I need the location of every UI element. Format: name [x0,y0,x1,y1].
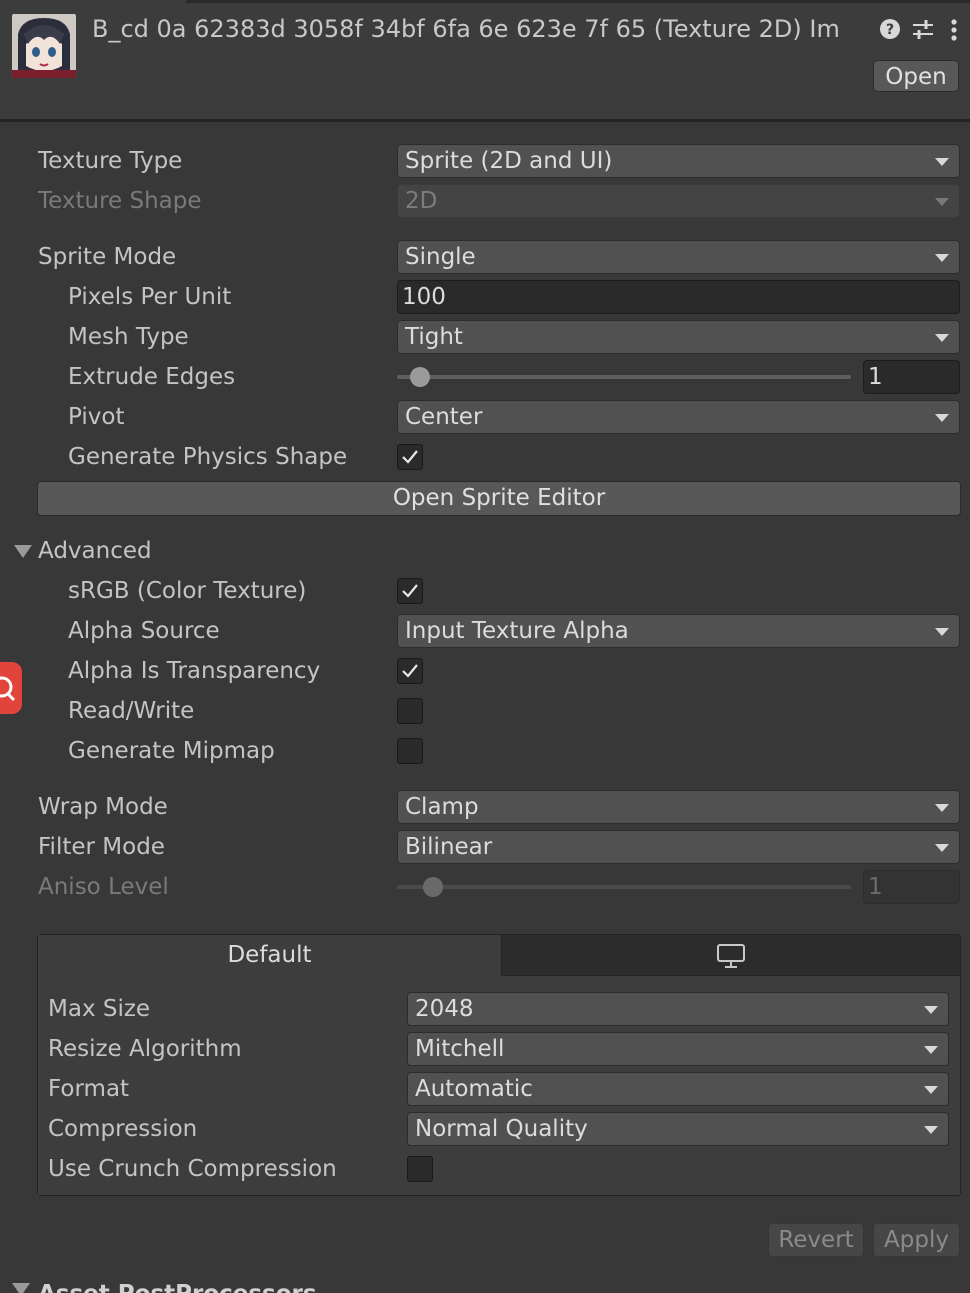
texture-shape-label: Texture Shape [38,188,202,214]
revert-button[interactable]: Revert [768,1223,864,1257]
use-crunch-checkbox[interactable] [407,1156,433,1182]
chevron-down-icon [924,1086,938,1094]
pivot-value: Center [405,404,483,430]
kebab-menu-icon[interactable] [944,16,970,42]
chevron-down-icon [935,844,949,852]
use-crunch-label: Use Crunch Compression [48,1156,337,1182]
help-icon[interactable]: ? [879,16,905,42]
filter-mode-label: Filter Mode [38,834,165,860]
extrude-edges-slider[interactable] [397,375,851,379]
mesh-type-dropdown[interactable]: Tight [397,320,960,354]
preset-sliders-icon[interactable] [911,16,937,42]
extrude-edges-slider-handle[interactable] [410,367,430,387]
generate-physics-shape-label: Generate Physics Shape [68,444,348,470]
compression-value: Normal Quality [415,1116,588,1142]
srgb-checkbox[interactable] [397,578,423,604]
search-icon [0,676,16,702]
format-dropdown[interactable]: Automatic [407,1072,949,1106]
foldout-triangle-icon[interactable] [14,545,32,558]
mesh-type-value: Tight [405,324,463,350]
side-search-badge[interactable] [0,662,22,714]
generate-mipmap-checkbox[interactable] [397,738,423,764]
pivot-label: Pivot [68,404,125,430]
format-value: Automatic [415,1076,533,1102]
generate-mipmap-label: Generate Mipmap [68,738,275,764]
chevron-down-icon [935,334,949,342]
alpha-is-transparency-label: Alpha Is Transparency [68,658,321,684]
texture-type-dropdown[interactable]: Sprite (2D and UI) [397,144,960,178]
asset-title: B_cd 0a 62383d 3058f 34bf 6fa 6e 623e 7f… [92,15,840,43]
alpha-source-label: Alpha Source [68,618,220,644]
checkmark-icon [402,584,418,598]
aniso-level-slider-handle [423,877,443,897]
chevron-down-icon [935,254,949,262]
texture-shape-dropdown: 2D [397,184,960,218]
header-divider [0,119,970,122]
monitor-icon [717,944,745,968]
aniso-level-field: 1 [863,870,960,904]
pivot-dropdown[interactable]: Center [397,400,960,434]
alpha-source-dropdown[interactable]: Input Texture Alpha [397,614,960,648]
chevron-down-icon [935,628,949,636]
advanced-foldout[interactable]: Advanced [38,534,152,568]
foldout-triangle-icon [12,1283,30,1293]
mesh-type-label: Mesh Type [68,324,189,350]
chevron-down-icon [935,158,949,166]
aniso-level-label: Aniso Level [38,874,169,900]
sprite-mode-dropdown[interactable]: Single [397,240,960,274]
chevron-down-icon [935,198,949,206]
chevron-down-icon [924,1006,938,1014]
max-size-label: Max Size [48,996,151,1022]
texture-type-value: Sprite (2D and UI) [405,148,613,174]
alpha-is-transparency-checkbox[interactable] [397,658,423,684]
pixels-per-unit-field[interactable]: 100 [397,280,960,314]
read-write-label: Read/Write [68,698,195,724]
extrude-edges-field[interactable]: 1 [863,360,960,394]
texture-shape-value: 2D [405,188,438,214]
wrap-mode-value: Clamp [405,794,479,820]
sprite-mode-value: Single [405,244,476,270]
chevron-down-icon [935,804,949,812]
resize-algorithm-value: Mitchell [415,1036,505,1062]
format-label: Format [48,1076,130,1102]
sprite-mode-label: Sprite Mode [38,244,177,270]
max-size-value: 2048 [415,996,474,1022]
generate-physics-shape-checkbox[interactable] [397,444,423,470]
tab-standalone[interactable] [501,935,960,976]
alpha-source-value: Input Texture Alpha [405,618,629,644]
apply-button[interactable]: Apply [873,1223,960,1257]
chevron-down-icon [935,414,949,422]
extrude-edges-label: Extrude Edges [68,364,236,390]
chevron-down-icon [924,1046,938,1054]
checkmark-icon [402,664,418,678]
tab-default[interactable]: Default [38,935,501,976]
asset-postprocessors-foldout[interactable]: Asset PostProcessors [0,1279,970,1293]
filter-mode-value: Bilinear [405,834,493,860]
open-sprite-editor-button[interactable]: Open Sprite Editor [37,481,961,516]
wrap-mode-dropdown[interactable]: Clamp [397,790,960,824]
texture-thumbnail [12,14,76,78]
pixels-per-unit-label: Pixels Per Unit [68,284,232,310]
max-size-dropdown[interactable]: 2048 [407,992,949,1026]
read-write-checkbox[interactable] [397,698,423,724]
filter-mode-dropdown[interactable]: Bilinear [397,830,960,864]
compression-label: Compression [48,1116,198,1142]
resize-algorithm-label: Resize Algorithm [48,1036,242,1062]
resize-algorithm-dropdown[interactable]: Mitchell [407,1032,949,1066]
srgb-label: sRGB (Color Texture) [68,578,307,604]
top-divider [186,0,970,3]
compression-dropdown[interactable]: Normal Quality [407,1112,949,1146]
texture-type-label: Texture Type [38,148,183,174]
wrap-mode-label: Wrap Mode [38,794,168,820]
open-button[interactable]: Open [873,60,959,92]
chevron-down-icon [924,1126,938,1134]
asset-postprocessors-label: Asset PostProcessors [38,1279,317,1293]
aniso-level-slider [397,885,851,889]
checkmark-icon [402,450,418,464]
svg-text:?: ? [886,22,894,38]
